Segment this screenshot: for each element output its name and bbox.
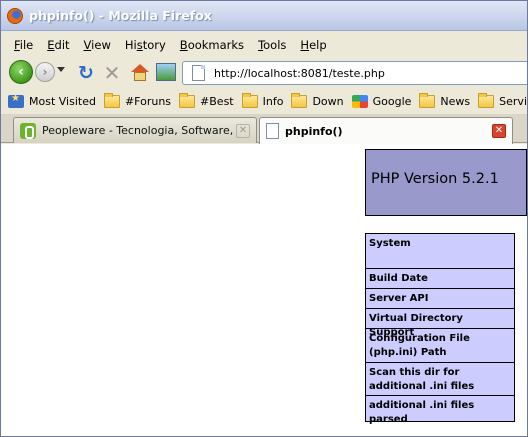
info-row-server-api: Server API [365, 289, 515, 309]
tab-label: phpinfo() [285, 124, 343, 138]
bookmark-label: #Foruns [124, 94, 172, 108]
url-text[interactable]: http://localhost:8081/teste.php [214, 67, 385, 80]
menu-bookmarks[interactable]: Bookmarks [173, 38, 251, 52]
image-icon[interactable] [156, 63, 176, 81]
menu-help[interactable]: Help [293, 38, 333, 52]
bookmark-most-visited[interactable]: Most Visited [8, 93, 96, 108]
menu-view[interactable]: View [77, 38, 118, 52]
php-info-table: System Build Date Server API Virtual Dir… [365, 233, 515, 425]
most-visited-icon [8, 93, 24, 108]
folder-icon [419, 92, 436, 108]
php-version-header: PHP Version 5.2.1 [365, 149, 527, 216]
bookmark-down[interactable]: Down [291, 92, 344, 108]
peopleware-favicon-icon [20, 122, 36, 139]
info-row-additional-ini-files: additional .ini files parsed [365, 396, 515, 425]
php-version-title: PHP Version 5.2.1 [371, 171, 499, 187]
info-row-configuration-file: Configuration File (php.ini) Path [365, 329, 515, 363]
bookmark-label: Down [312, 94, 344, 108]
back-icon[interactable]: ‹ [9, 60, 33, 84]
bookmark-google[interactable]: Google [351, 94, 412, 108]
menu-bar: File Edit View History Bookmarks Tools H… [1, 34, 527, 56]
title-bar[interactable]: phpinfo() - Mozilla Firefox [1, 1, 527, 31]
tab-label: Peopleware - Tecnologia, Software, Tu... [42, 124, 236, 137]
folder-icon [179, 92, 196, 108]
info-row-scan-dir: Scan this dir for additional .ini files [365, 363, 515, 396]
bookmark-news[interactable]: News [419, 92, 471, 108]
bookmarks-toolbar: Most Visited #Foruns #Best Info Down Goo… [1, 90, 527, 112]
url-bar[interactable]: http://localhost:8081/teste.php [182, 61, 527, 85]
bookmark-label: News [440, 94, 471, 108]
page-icon [266, 123, 279, 139]
history-dropdown-icon[interactable] [57, 67, 65, 72]
bookmark-label: Info [262, 94, 284, 108]
stop-icon[interactable]: ✕ [101, 62, 123, 84]
close-tab-icon[interactable]: ✕ [236, 123, 250, 138]
page-icon [192, 65, 205, 81]
folder-icon [241, 92, 258, 108]
bookmark-foruns[interactable]: #Foruns [103, 92, 172, 108]
tab-phpinfo[interactable]: phpinfo() ✕ [259, 117, 513, 144]
navigation-toolbar: ‹ › ↻ ✕ http://localhost:8081/teste.php [1, 57, 527, 89]
close-tab-icon[interactable]: ✕ [492, 124, 506, 138]
tab-strip: Peopleware - Tecnologia, Software, Tu...… [1, 114, 527, 144]
firefox-window: phpinfo() - Mozilla Firefox File Edit Vi… [0, 0, 528, 437]
tab-peopleware[interactable]: Peopleware - Tecnologia, Software, Tu...… [13, 117, 257, 143]
window-title: phpinfo() - Mozilla Firefox [29, 8, 212, 23]
folder-icon [103, 92, 120, 108]
bookmark-services[interactable]: Services [478, 92, 527, 108]
bookmark-label: Services [499, 94, 527, 108]
forward-icon[interactable]: › [35, 62, 55, 82]
firefox-logo-icon [7, 8, 23, 24]
info-row-build-date: Build Date [365, 269, 515, 289]
menu-history[interactable]: History [118, 38, 173, 52]
bookmark-label: #Best [200, 94, 234, 108]
google-icon [351, 94, 368, 108]
bookmark-label: Google [372, 94, 412, 108]
home-icon[interactable] [129, 62, 151, 84]
menu-edit[interactable]: Edit [40, 38, 76, 52]
folder-icon [291, 92, 308, 108]
bookmark-best[interactable]: #Best [179, 92, 234, 108]
menu-file[interactable]: File [7, 38, 40, 52]
bookmark-label: Most Visited [29, 94, 96, 108]
info-row-virtual-directory-support: Virtual Directory Support [365, 309, 515, 338]
menu-tools[interactable]: Tools [251, 38, 293, 52]
info-row-system: System [365, 233, 515, 269]
page-content: PHP Version 5.2.1 System Build Date Serv… [1, 144, 527, 436]
bookmark-info[interactable]: Info [241, 92, 284, 108]
folder-icon [478, 92, 495, 108]
reload-icon[interactable]: ↻ [75, 62, 97, 84]
